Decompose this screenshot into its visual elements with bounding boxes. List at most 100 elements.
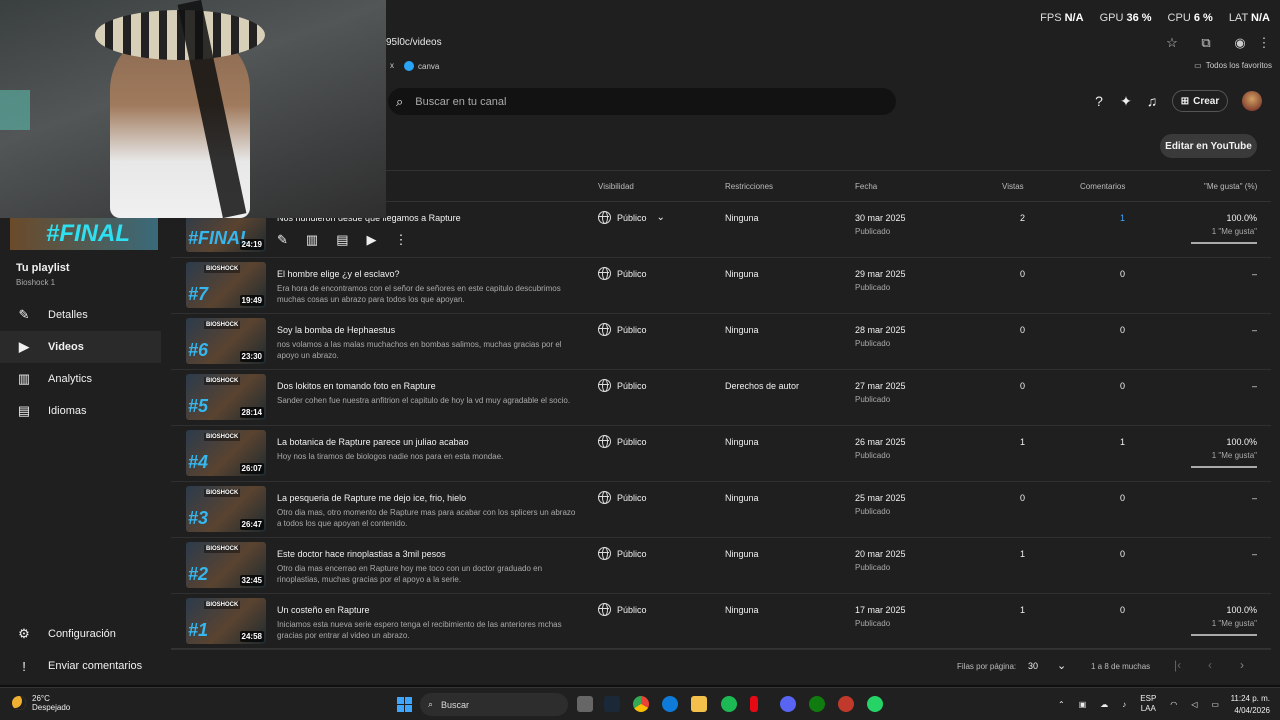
sparkle-icon[interactable]: ✦ <box>1117 92 1135 110</box>
search-placeholder: Buscar en tu canal <box>415 95 507 108</box>
publish-status: Publicado <box>855 507 891 516</box>
send-feedback-button[interactable]: ! Enviar comentarios <box>0 650 161 682</box>
address-bar[interactable]: 95l0c/videos ☆ ⧉ ◉ ⋮ <box>384 32 1280 54</box>
avatar[interactable] <box>1242 91 1262 111</box>
netflix-icon[interactable] <box>750 696 758 712</box>
col-restrictions[interactable]: Restricciones <box>725 182 773 191</box>
col-comments[interactable]: Comentarios <box>1080 182 1125 191</box>
table-row[interactable]: BIOSHOCK #4 26:07 La botanica de Rapture… <box>171 426 1271 482</box>
settings-button[interactable]: ⚙ Configuración <box>0 618 161 650</box>
battery-icon[interactable]: ▭ <box>1211 700 1219 709</box>
close-tab-icon[interactable]: x <box>390 61 394 70</box>
more-options-icon[interactable]: ⋮ <box>395 232 408 248</box>
youtube-icon[interactable]: ▶ <box>367 232 377 248</box>
windows-start-icon[interactable] <box>397 697 412 712</box>
video-thumbnail[interactable]: BIOSHOCK #6 23:30 <box>186 318 266 364</box>
video-duration: 28:14 <box>239 407 264 418</box>
tray-app-icon[interactable]: ▣ <box>1079 700 1087 709</box>
app-icon[interactable] <box>838 696 854 712</box>
video-thumbnail[interactable]: BIOSHOCK #4 26:07 <box>186 430 266 476</box>
video-thumbnail[interactable]: BIOSHOCK #2 32:45 <box>186 542 266 588</box>
spotify-icon[interactable] <box>721 696 737 712</box>
video-thumbnail[interactable]: BIOSHOCK #1 24:58 <box>186 598 266 644</box>
profile-icon[interactable]: ◉ <box>1232 35 1248 51</box>
create-button[interactable]: ⊞ Crear <box>1172 90 1228 112</box>
col-visibility[interactable]: Visibilidad <box>598 182 634 191</box>
video-thumbnail[interactable]: BIOSHOCK #7 19:49 <box>186 262 266 308</box>
edit-pencil-icon[interactable]: ✎ <box>277 232 288 248</box>
col-date[interactable]: Fecha <box>855 182 877 191</box>
video-title[interactable]: Dos lokitos en tomando foto en Rapture <box>277 381 577 391</box>
chrome-icon[interactable] <box>633 696 649 712</box>
chevron-down-icon[interactable]: ⌄ <box>1057 659 1066 672</box>
analytics-icon[interactable]: ▥ <box>306 232 318 248</box>
edge-icon[interactable] <box>662 696 678 712</box>
video-description: Otro dia mas encerrao en Rapture hoy me … <box>277 564 543 584</box>
prev-page-icon[interactable]: ‹ <box>1208 658 1212 672</box>
visibility-cell[interactable]: Público <box>598 435 647 448</box>
visibility-cell[interactable]: Público <box>598 491 647 504</box>
cloud-icon[interactable]: ☁ <box>1100 700 1108 709</box>
steam-icon[interactable] <box>604 696 620 712</box>
menu-icon[interactable]: ⋮ <box>1256 35 1272 51</box>
video-title[interactable]: Un costeño en Rapture <box>277 605 577 615</box>
visibility-cell[interactable]: Público <box>598 267 647 280</box>
video-thumbnail[interactable]: BIOSHOCK #5 28:14 <box>186 374 266 420</box>
table-row[interactable]: BIOSHOCK #5 28:14 Dos lokitos en tomando… <box>171 370 1271 426</box>
language-indicator[interactable]: ESP LAA <box>1140 694 1156 714</box>
chevron-down-icon[interactable]: ⌄ <box>657 212 665 223</box>
bookmark-canva[interactable]: canva <box>404 61 439 71</box>
edit-on-youtube-button[interactable]: Editar en YouTube <box>1160 134 1257 158</box>
volume-icon[interactable]: ◁ <box>1191 700 1197 709</box>
visibility-cell[interactable]: Público <box>598 603 647 616</box>
channel-search-input[interactable]: ⌕ Buscar en tu canal <box>388 88 896 115</box>
comments-icon[interactable]: ▤ <box>336 232 348 248</box>
folder-icon[interactable] <box>691 696 707 712</box>
whatsapp-icon[interactable] <box>867 696 883 712</box>
visibility-cell[interactable]: Público <box>598 379 647 392</box>
visibility-cell[interactable]: Público <box>598 547 647 560</box>
video-title[interactable]: Este doctor hace rinoplastias a 3mil pes… <box>277 549 577 559</box>
video-title[interactable]: Soy la bomba de Hephaestus <box>277 325 577 335</box>
video-title[interactable]: El hombre elige ¿y el esclavo? <box>277 269 577 279</box>
table-row[interactable]: BIOSHOCK #6 23:30 Soy la bomba de Hephae… <box>171 314 1271 370</box>
clock[interactable]: 11:24 p. m. 4/04/2026 <box>1231 693 1270 717</box>
video-title[interactable]: La pesqueria de Rapture me dejo ice, fri… <box>277 493 577 503</box>
gear-icon: ⚙ <box>18 626 30 641</box>
visibility-cell[interactable]: Público <box>598 323 647 336</box>
table-row[interactable]: BIOSHOCK #7 19:49 El hombre elige ¿y el … <box>171 258 1271 314</box>
help-icon[interactable]: ? <box>1090 92 1108 110</box>
bell-icon[interactable]: ♫ <box>1143 92 1161 110</box>
xbox-icon[interactable] <box>809 696 825 712</box>
star-icon[interactable]: ☆ <box>1164 35 1180 51</box>
video-title[interactable]: La botanica de Rapture parece un juliao … <box>277 437 577 447</box>
bookmark-all-favorites[interactable]: ▭ Todos los favoritos <box>1194 61 1272 70</box>
taskbar-search[interactable]: ⌕ Buscar <box>420 693 568 716</box>
comments-value[interactable]: 1 <box>1091 213 1125 223</box>
video-thumbnail[interactable]: BIOSHOCK #3 26:47 <box>186 486 266 532</box>
col-views[interactable]: Vistas <box>1002 182 1024 191</box>
chevron-up-icon[interactable]: ⌃ <box>1058 700 1065 709</box>
file-explorer-icon[interactable] <box>577 696 593 712</box>
rows-per-page-select[interactable]: 30 <box>1028 661 1038 671</box>
sidebar-item-languages[interactable]: ▤ Idiomas <box>0 395 161 427</box>
playlist-thumbnail[interactable]: #FINAL <box>10 218 158 250</box>
weather-widget[interactable]: 26°C Despejado <box>12 694 70 712</box>
playlist-title: Tu playlist <box>16 262 70 274</box>
sidebar-item-videos[interactable]: ▶ Videos <box>0 331 161 363</box>
extensions-icon[interactable]: ⧉ <box>1198 35 1214 51</box>
url-text[interactable]: 95l0c/videos <box>386 37 442 48</box>
wifi-icon[interactable]: ◠ <box>1170 700 1177 709</box>
table-row[interactable]: BIOSHOCK #3 26:47 La pesqueria de Raptur… <box>171 482 1271 538</box>
first-page-icon[interactable]: |‹ <box>1174 658 1181 672</box>
discord-icon[interactable] <box>780 696 796 712</box>
microphone-icon[interactable]: ♪ <box>1122 700 1126 709</box>
table-row[interactable]: BIOSHOCK #2 32:45 Este doctor hace rinop… <box>171 538 1271 594</box>
table-row[interactable]: BIOSHOCK #1 24:58 Un costeño en Rapture I… <box>171 594 1271 650</box>
col-likes[interactable]: "Me gusta" (%) <box>1204 182 1257 191</box>
system-tray[interactable]: ⌃ ▣ ☁ ♪ ESP LAA ◠ ◁ ▭ <box>1058 694 1219 714</box>
next-page-icon[interactable]: › <box>1240 658 1244 672</box>
sidebar-item-analytics[interactable]: ▥ Analytics <box>0 363 161 395</box>
visibility-cell[interactable]: Público ⌄ <box>598 211 665 224</box>
sidebar-item-details[interactable]: ✎ Detalles <box>0 299 161 331</box>
